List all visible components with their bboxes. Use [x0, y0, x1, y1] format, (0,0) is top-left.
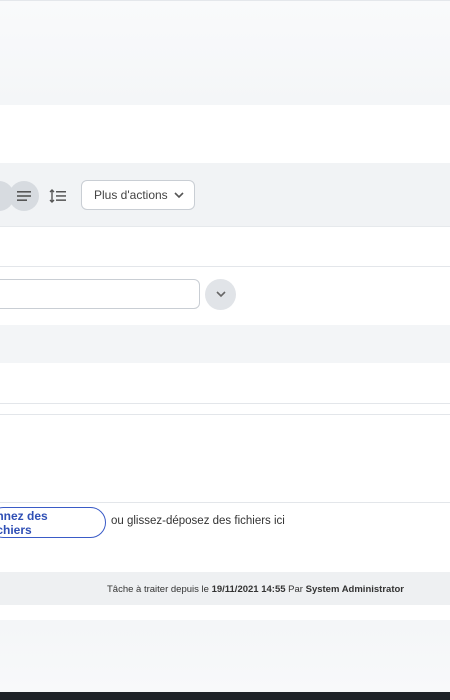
select-files-label: onnez des fichiers — [0, 508, 48, 537]
more-actions-dropdown[interactable]: Plus d'actions — [81, 180, 195, 210]
page-footer-area — [0, 620, 450, 692]
select-files-button[interactable]: onnez des fichiers — [0, 507, 106, 538]
status-user: System Administrator — [305, 584, 404, 595]
divider — [0, 403, 450, 404]
task-status: Tâche à traiter depuis le 19/11/2021 14:… — [107, 584, 404, 595]
chevron-down-icon — [174, 191, 184, 198]
section-header — [0, 325, 450, 363]
divider — [0, 414, 450, 415]
field-input[interactable] — [0, 279, 200, 309]
divider — [0, 266, 450, 267]
line-spacing-button[interactable] — [43, 181, 73, 211]
footer — [0, 692, 450, 700]
chevron-down-icon — [215, 291, 226, 298]
align-left-icon — [17, 191, 31, 201]
divider — [0, 502, 450, 503]
align-button[interactable] — [9, 181, 39, 211]
field-dropdown-button[interactable] — [205, 279, 236, 310]
status-prefix: Tâche à traiter depuis le — [107, 584, 209, 595]
line-spacing-icon — [49, 189, 66, 203]
header-spacer — [0, 105, 450, 163]
more-actions-label: Plus d'actions — [94, 188, 168, 202]
drop-hint: ou glissez-déposez des fichiers ici — [111, 515, 285, 527]
status-by: Par — [288, 584, 303, 595]
status-date: 19/11/2021 14:55 — [211, 584, 286, 595]
page-header-area — [0, 0, 450, 106]
